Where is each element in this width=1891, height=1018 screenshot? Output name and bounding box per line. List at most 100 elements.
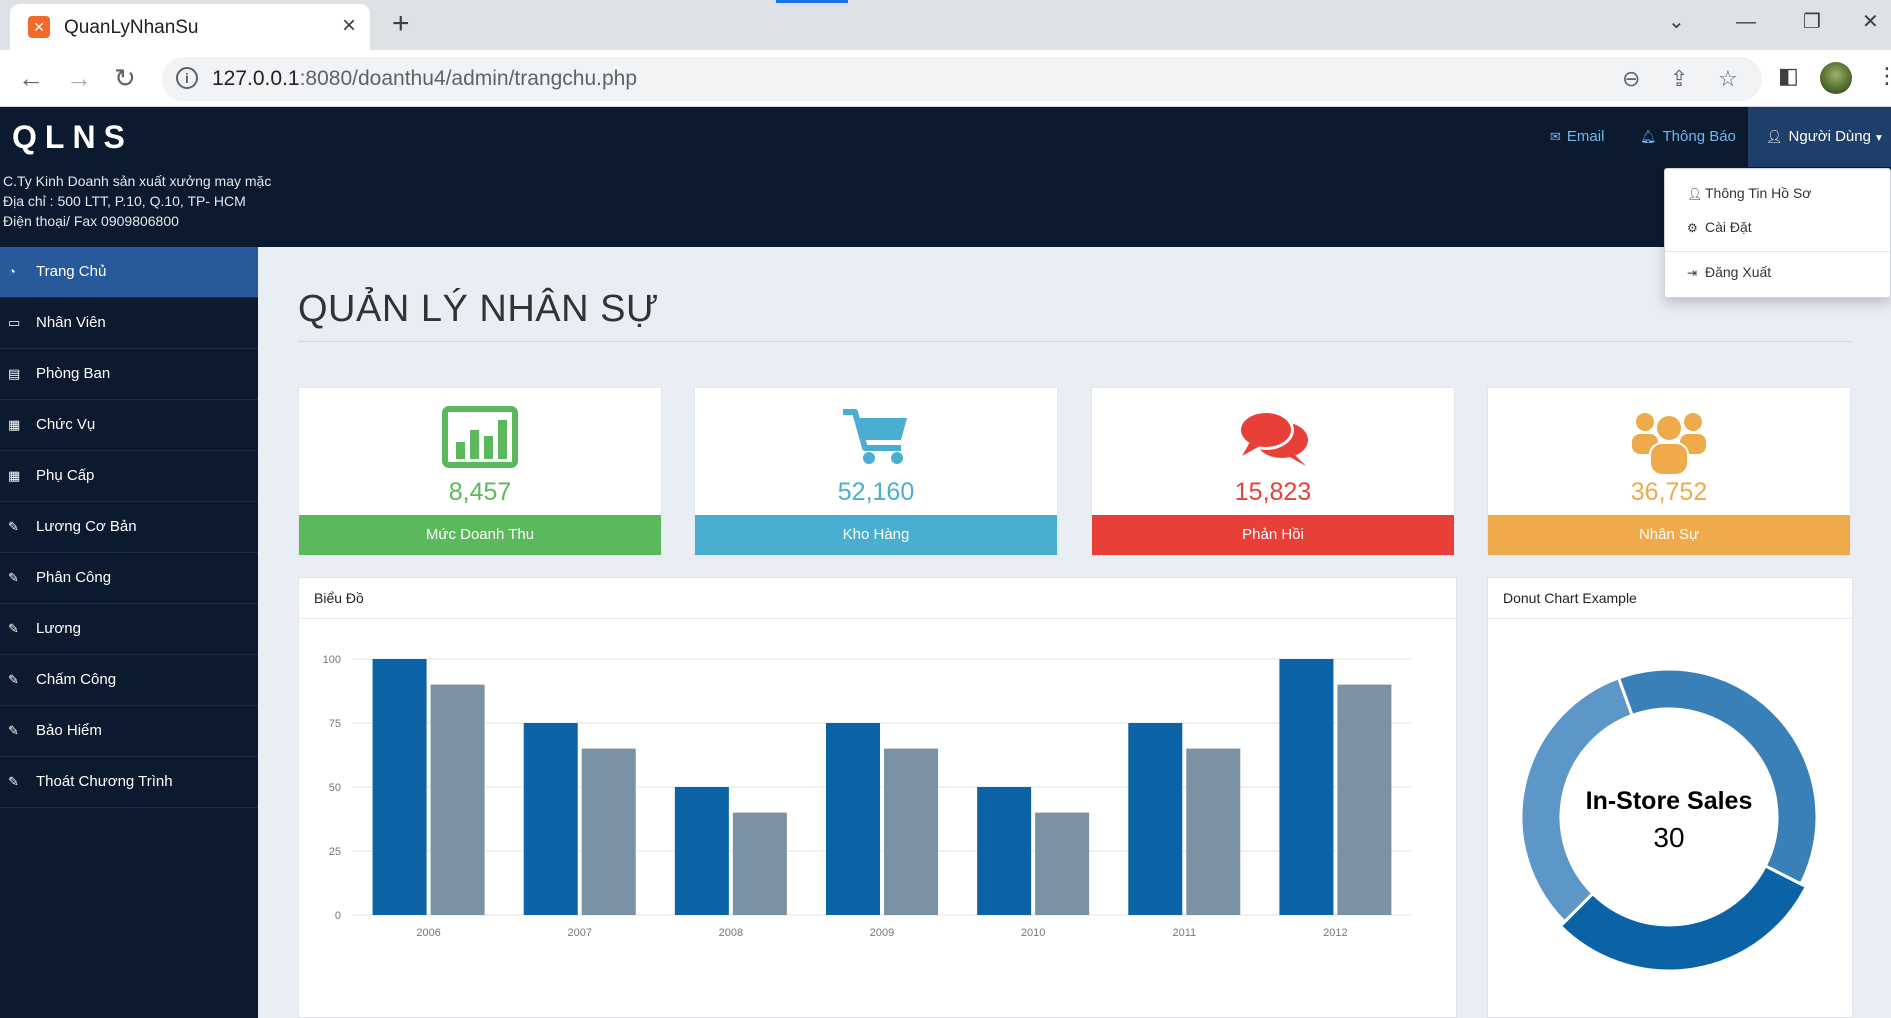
- bookmark-star-icon[interactable]: ☆: [1718, 66, 1738, 92]
- sidebar-item-label: Phòng Ban: [36, 365, 111, 382]
- restore-icon[interactable]: ❐: [1803, 10, 1821, 34]
- menu-item-settings[interactable]: ⚙ Cài Đặt: [1687, 219, 1752, 235]
- stat-label[interactable]: Kho Hàng: [695, 515, 1057, 555]
- donut-slice: [1616, 667, 1819, 886]
- bar: [1337, 684, 1392, 915]
- sidebar-item-trang-chu[interactable]: ◔ Trang Chủ: [0, 247, 258, 298]
- tab-close-icon[interactable]: ×: [342, 13, 356, 39]
- menu-item-profile[interactable]: 👤︎ Thông Tin Hồ Sơ: [1687, 185, 1811, 201]
- caret-down-icon: ▼: [1873, 133, 1884, 144]
- bar: [372, 659, 427, 915]
- sign-out-icon: ⇥: [1687, 266, 1698, 280]
- donut-center-value: 30: [1653, 822, 1684, 853]
- sidebar-item-chuc-vu[interactable]: ▦ Chức Vụ: [0, 400, 258, 451]
- stat-card-feedback: 15,823 Phản Hồi: [1091, 387, 1455, 556]
- stat-label[interactable]: Nhân Sự: [1488, 515, 1850, 555]
- stat-value: 15,823: [1234, 478, 1312, 506]
- sidebar-item-label: Phân Công: [36, 569, 112, 586]
- browser-toolbar: ← → ↻ i 127.0.0.1:8080/doanthu4/admin/tr…: [0, 50, 1891, 107]
- x-tick-label: 2007: [567, 927, 591, 939]
- sidebar-item-nhan-vien[interactable]: ▭ Nhân Viên: [0, 298, 258, 349]
- close-window-icon[interactable]: ✕: [1862, 10, 1879, 34]
- bar: [674, 787, 729, 915]
- stat-value: 52,160: [837, 478, 915, 506]
- table-icon: ▦: [8, 468, 21, 483]
- x-tick-label: 2006: [416, 927, 440, 939]
- zoom-icon[interactable]: ⊖: [1622, 66, 1640, 92]
- sidebar-item-label: Lương Cơ Bản: [36, 518, 137, 535]
- comments-icon: [1092, 406, 1454, 472]
- sidebar: ◔ Trang Chủ ▭ Nhân Viên ▤ Phòng Ban ▦ Chức V…: [0, 247, 258, 1018]
- gear-icon: ⚙: [1687, 221, 1698, 235]
- stat-label[interactable]: Mức Doanh Thu: [299, 515, 661, 555]
- x-tick-label: 2009: [870, 927, 894, 939]
- site-info-icon[interactable]: i: [176, 67, 198, 89]
- minimize-icon[interactable]: —: [1736, 10, 1756, 34]
- nav-notifications[interactable]: 🔔︎ Thông Báo: [1640, 107, 1736, 167]
- user-icon: 👤︎: [1687, 187, 1703, 201]
- sidebar-item-thoat[interactable]: ✎ Thoát Chương Trình: [0, 757, 258, 808]
- browser-tabstrip: ✕ QuanLyNhanSu × + ⌄ — ❐ ✕: [0, 0, 1891, 50]
- sidebar-item-phong-ban[interactable]: ▤ Phòng Ban: [0, 349, 258, 400]
- sidebar-item-label: Thoát Chương Trình: [36, 773, 173, 790]
- menu-item-logout[interactable]: ⇥ Đăng Xuất: [1687, 264, 1771, 280]
- side-panel-icon[interactable]: ◧: [1778, 62, 1799, 90]
- sidebar-item-bao-hiem[interactable]: ✎ Bảo Hiểm: [0, 706, 258, 757]
- nav-email-label: Email: [1566, 128, 1605, 145]
- tab-search-chevron-icon[interactable]: ⌄: [1668, 10, 1685, 34]
- bar: [430, 684, 485, 915]
- xampp-favicon-icon: ✕: [28, 16, 50, 38]
- menu-kebab-icon[interactable]: ⋮: [1876, 62, 1891, 90]
- loading-indicator: [776, 0, 848, 3]
- stat-card-revenue: 8,457 Mức Doanh Thu: [298, 387, 662, 556]
- address-bar[interactable]: i 127.0.0.1:8080/doanthu4/admin/trangchu…: [162, 57, 1762, 101]
- company-address: Địa chỉ : 500 LTT, P.10, Q.10, TP- HCM: [3, 193, 246, 209]
- profile-avatar[interactable]: [1820, 62, 1852, 94]
- share-icon[interactable]: ⇪: [1670, 66, 1688, 92]
- sidebar-item-luong-co-ban[interactable]: ✎ Lương Cơ Bản: [0, 502, 258, 553]
- edit-icon: ✎: [8, 774, 19, 789]
- company-phone: Điện thoại/ Fax 0909806800: [3, 213, 179, 229]
- sidebar-item-label: Phụ Cấp: [36, 467, 95, 484]
- title-divider: [298, 341, 1852, 342]
- bar-chart: 0 25 50 75 100 2006 2007 2008 2009 2010 2011 2012: [323, 654, 1411, 939]
- nav-user-dropdown[interactable]: 👤︎ Người Dùng ▼: [1748, 107, 1891, 167]
- company-info: C.Ty Kinh Doanh sản xuất xưởng may mặc Đ…: [3, 171, 271, 231]
- sidebar-item-label: Lương: [36, 620, 81, 637]
- back-icon[interactable]: ←: [18, 63, 44, 93]
- tab-title: QuanLyNhanSu: [64, 17, 199, 38]
- donut-center-label: In-Store Sales: [1586, 787, 1753, 815]
- edit-icon: ✎: [8, 570, 19, 585]
- brand-logo[interactable]: QLNS: [12, 119, 133, 156]
- y-tick-label: 0: [335, 910, 341, 922]
- forward-icon[interactable]: →: [66, 63, 92, 93]
- new-tab-icon[interactable]: +: [392, 9, 410, 39]
- menu-item-settings-label: Cài Đặt: [1705, 219, 1752, 235]
- bar-chart-icon: [299, 406, 661, 472]
- user-dropdown-menu: 👤︎ Thông Tin Hồ Sơ ⚙ Cài Đặt ⇥ Đăng Xuất: [1664, 168, 1891, 298]
- sidebar-item-label: Chấm Công: [36, 671, 117, 688]
- bar: [1279, 659, 1334, 915]
- stat-card-staff: 36,752 Nhân Sự: [1487, 387, 1851, 556]
- bar: [1186, 748, 1241, 915]
- stat-label[interactable]: Phản Hồi: [1092, 515, 1454, 555]
- sidebar-item-phan-cong[interactable]: ✎ Phân Công: [0, 553, 258, 604]
- page-title: QUẢN LÝ NHÂN SỰ: [298, 288, 659, 330]
- bar: [977, 787, 1032, 915]
- y-tick-label: 75: [329, 718, 341, 730]
- sidebar-item-label: Nhân Viên: [36, 314, 106, 331]
- sidebar-item-cham-cong[interactable]: ✎ Chấm Công: [0, 655, 258, 706]
- stat-card-inventory: 52,160 Kho Hàng: [694, 387, 1058, 556]
- panel-title: Donut Chart Example: [1488, 578, 1852, 619]
- donut-chart: In-Store Sales 30: [1519, 667, 1819, 973]
- reload-icon[interactable]: ↻: [114, 63, 136, 93]
- url-path: :8080/doanthu4/admin/trangchu.php: [299, 67, 638, 90]
- nav-email[interactable]: ✉ Email: [1550, 107, 1604, 167]
- sidebar-item-luong[interactable]: ✎ Lương: [0, 604, 258, 655]
- sidebar-item-label: Chức Vụ: [36, 416, 96, 433]
- sidebar-item-phu-cap[interactable]: ▦ Phụ Cấp: [0, 451, 258, 502]
- nav-user-label: Người Dùng: [1788, 128, 1871, 145]
- envelope-icon: ✉: [1550, 129, 1561, 144]
- browser-tab[interactable]: ✕ QuanLyNhanSu ×: [10, 4, 370, 50]
- edit-icon: ✎: [8, 621, 19, 636]
